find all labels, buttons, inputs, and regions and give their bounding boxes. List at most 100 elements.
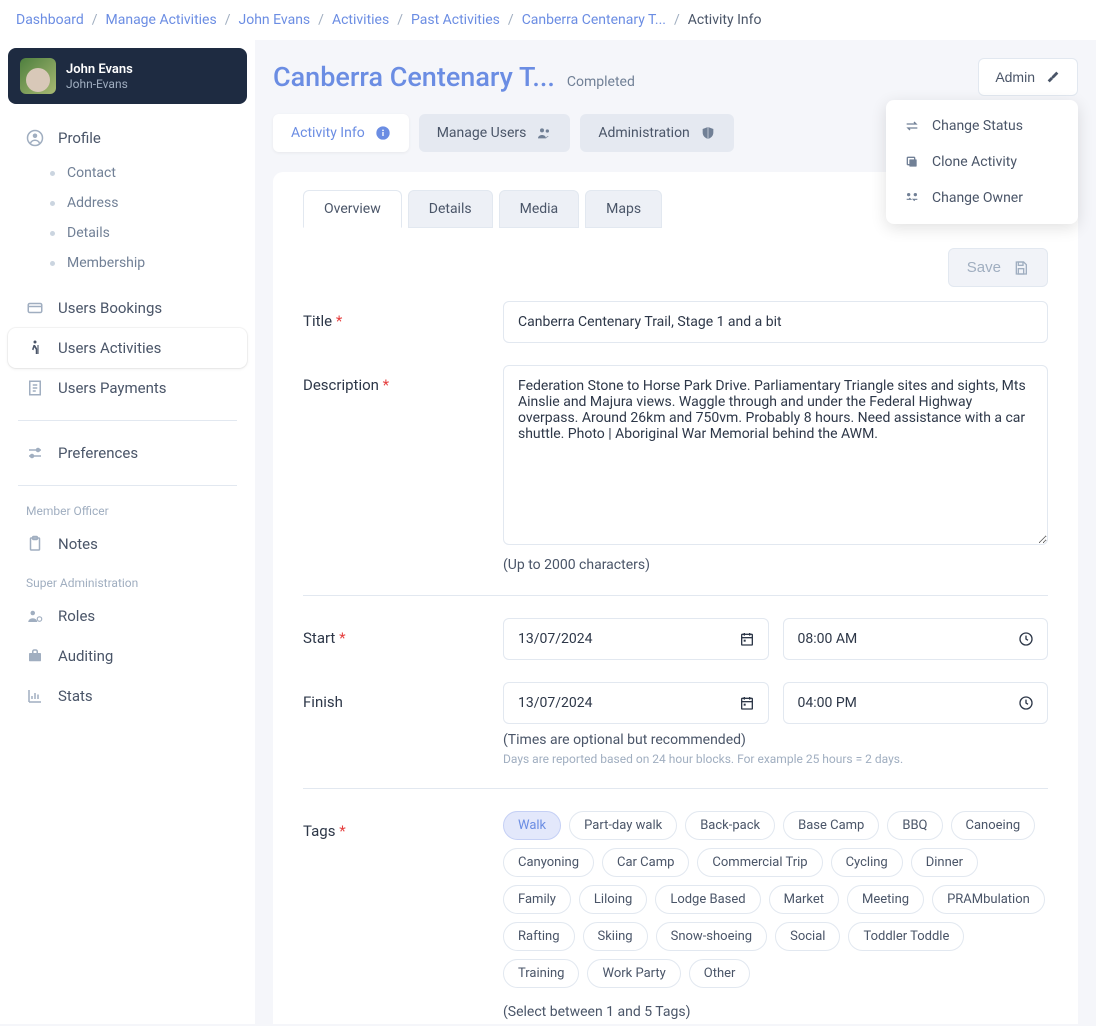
- finish-label: Finish: [303, 682, 503, 711]
- tag-pill[interactable]: Training: [503, 959, 579, 988]
- tag-pill[interactable]: Social: [775, 922, 840, 951]
- save-button[interactable]: Save: [948, 248, 1048, 287]
- sidebar-item-label: Users Payments: [58, 379, 167, 397]
- sidebar-item-label: Users Bookings: [58, 299, 162, 317]
- breadcrumb-link[interactable]: Activities: [332, 12, 389, 28]
- inner-tab-media[interactable]: Media: [499, 190, 580, 228]
- dropdown-item-change-status[interactable]: Change Status: [886, 108, 1078, 144]
- tag-pill[interactable]: Canoeing: [951, 811, 1036, 840]
- tab-manage-users[interactable]: Manage Users: [419, 114, 571, 152]
- tag-pill[interactable]: Dinner: [911, 848, 978, 877]
- admin-button-label: Admin: [995, 69, 1035, 85]
- sidebar-item-activities[interactable]: Users Activities: [8, 328, 247, 368]
- tab-administration[interactable]: Administration: [580, 114, 733, 152]
- tag-pill[interactable]: Canyoning: [503, 848, 594, 877]
- tag-pill[interactable]: Other: [689, 959, 751, 988]
- user-card[interactable]: John Evans John-Evans: [8, 48, 247, 104]
- tag-pill[interactable]: Walk: [503, 811, 561, 840]
- tools-icon: [1045, 69, 1061, 85]
- tag-pill[interactable]: Family: [503, 885, 571, 914]
- divider: [303, 595, 1048, 596]
- tag-pill[interactable]: Commercial Trip: [697, 848, 822, 877]
- title-label: Title *: [303, 301, 503, 330]
- finish-time-input[interactable]: [783, 682, 1049, 724]
- tag-pill[interactable]: PRAMbulation: [932, 885, 1045, 914]
- dropdown-item-clone-activity[interactable]: Clone Activity: [886, 144, 1078, 180]
- sidebar-item-notes[interactable]: Notes: [8, 524, 247, 564]
- start-label: Start *: [303, 618, 503, 647]
- overview-card: Overview Details Media Maps Save Title *: [273, 172, 1078, 1024]
- breadcrumb-link[interactable]: Manage Activities: [106, 12, 217, 28]
- sidebar-item-preferences[interactable]: Preferences: [8, 433, 247, 473]
- tag-pill[interactable]: Toddler Toddle: [848, 922, 964, 951]
- ticket-icon: [26, 299, 44, 317]
- title-input[interactable]: [503, 301, 1048, 343]
- tag-pill[interactable]: Work Party: [587, 959, 680, 988]
- breadcrumb-link[interactable]: Canberra Centenary T...: [522, 12, 666, 28]
- users-icon: [536, 125, 552, 141]
- page-title: Canberra Centenary T...: [273, 61, 555, 93]
- inner-tab-details[interactable]: Details: [408, 190, 493, 228]
- tag-pill[interactable]: Meeting: [847, 885, 924, 914]
- divider: [303, 788, 1048, 789]
- inner-tab-overview[interactable]: Overview: [303, 190, 402, 228]
- times-hint-small: Days are reported based on 24 hour block…: [503, 752, 1048, 766]
- tag-pill[interactable]: Lodge Based: [655, 885, 760, 914]
- sidebar-item-profile[interactable]: Profile: [8, 118, 247, 158]
- breadcrumb-link[interactable]: Dashboard: [16, 12, 84, 28]
- sidebar-item-payments[interactable]: Users Payments: [8, 368, 247, 408]
- breadcrumb-link[interactable]: John Evans: [239, 12, 311, 28]
- swap-icon: [904, 118, 920, 134]
- tag-pill[interactable]: Part-day walk: [569, 811, 677, 840]
- dropdown-item-change-owner[interactable]: Change Owner: [886, 180, 1078, 216]
- bullet-icon: [50, 201, 55, 206]
- tab-label: Activity Info: [291, 125, 365, 141]
- status-badge: Completed: [567, 74, 635, 90]
- sidebar-item-bookings[interactable]: Users Bookings: [8, 288, 247, 328]
- tag-pill[interactable]: Car Camp: [602, 848, 689, 877]
- sidebar-section-label: Member Officer: [8, 498, 247, 524]
- admin-button[interactable]: Admin: [978, 58, 1078, 96]
- tag-pill[interactable]: Cycling: [831, 848, 903, 877]
- tag-pill[interactable]: BBQ: [887, 811, 942, 840]
- avatar: [20, 58, 56, 94]
- sidebar-item-stats[interactable]: Stats: [8, 676, 247, 716]
- tag-pill[interactable]: Base Camp: [783, 811, 879, 840]
- breadcrumb-separator: /: [397, 12, 403, 28]
- tags-hint: (Select between 1 and 5 Tags): [503, 1004, 1048, 1020]
- user-circle-icon: [26, 129, 44, 147]
- info-icon: [375, 125, 391, 141]
- sidebar-subitem-contact[interactable]: Contact: [32, 158, 247, 188]
- sidebar-subitem-membership[interactable]: Membership: [32, 248, 247, 278]
- divider: [18, 420, 237, 421]
- tag-pill[interactable]: Liloing: [579, 885, 647, 914]
- breadcrumb-link[interactable]: Past Activities: [411, 12, 500, 28]
- sliders-icon: [26, 444, 44, 462]
- page-header: Canberra Centenary T... Completed Admin: [273, 58, 1078, 96]
- description-input[interactable]: [503, 365, 1048, 545]
- inner-tab-maps[interactable]: Maps: [585, 190, 662, 228]
- sidebar-item-label: Notes: [58, 535, 98, 553]
- shield-icon: [700, 125, 716, 141]
- tag-pill[interactable]: Back-pack: [685, 811, 775, 840]
- start-time-input[interactable]: [783, 618, 1049, 660]
- tag-pill[interactable]: Skiing: [583, 922, 648, 951]
- breadcrumb-separator: /: [225, 12, 231, 28]
- tag-pill[interactable]: Market: [769, 885, 839, 914]
- admin-dropdown: Change Status Clone Activity Change Owne…: [886, 100, 1078, 224]
- tags-container: Walk Part-day walk Back-pack Base Camp BBQ Ca…: [503, 811, 1048, 988]
- sidebar-item-roles[interactable]: Roles: [8, 596, 247, 636]
- divider: [18, 485, 237, 486]
- finish-date-input[interactable]: [503, 682, 769, 724]
- sidebar-subitem-details[interactable]: Details: [32, 218, 247, 248]
- tag-pill[interactable]: Snow-shoeing: [656, 922, 768, 951]
- sidebar-item-auditing[interactable]: Auditing: [8, 636, 247, 676]
- dropdown-item-label: Change Status: [932, 118, 1023, 134]
- chart-icon: [26, 687, 44, 705]
- sidebar-subitem-address[interactable]: Address: [32, 188, 247, 218]
- bullet-icon: [50, 231, 55, 236]
- tag-pill[interactable]: Rafting: [503, 922, 575, 951]
- tab-activity-info[interactable]: Activity Info: [273, 114, 409, 152]
- sidebar-subitem-label: Address: [67, 195, 118, 211]
- start-date-input[interactable]: [503, 618, 769, 660]
